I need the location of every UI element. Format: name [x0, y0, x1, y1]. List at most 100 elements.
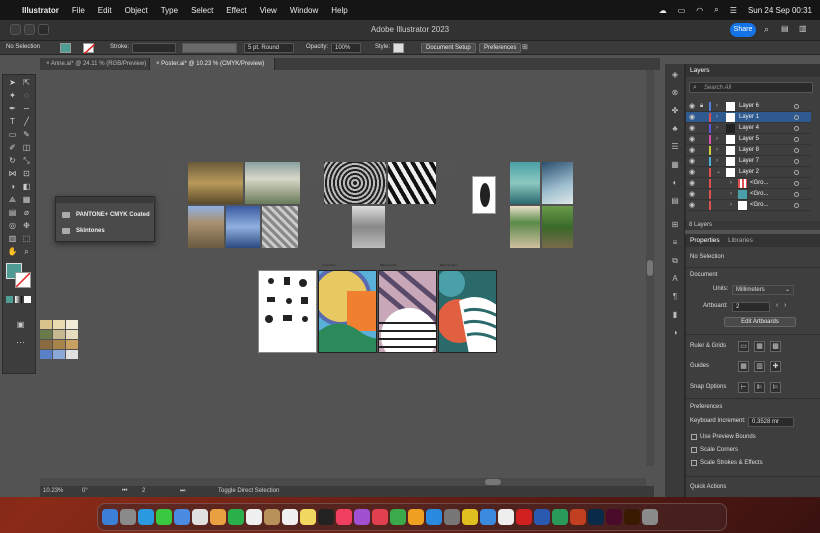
expand-chevron-icon[interactable]: ›	[716, 101, 718, 112]
layer-row[interactable]: ◉ › Layer 7	[686, 156, 811, 167]
snap-glyph-icon[interactable]: ⊨	[770, 382, 781, 393]
live-paint-icon[interactable]: ◧	[21, 182, 32, 191]
powerpoint-icon[interactable]	[570, 509, 586, 525]
facetime-icon[interactable]	[228, 509, 244, 525]
width-tool-icon[interactable]: ⋈	[7, 169, 18, 178]
swatch-library-pantone[interactable]: PANTONE+ CMYK Coated	[76, 212, 150, 218]
scrollbar-thumb[interactable]	[485, 479, 501, 485]
brushes-icon[interactable]: ✤	[669, 106, 681, 116]
edit-artboards-button[interactable]: Edit Artboards	[724, 317, 796, 327]
trash-icon[interactable]	[642, 509, 658, 525]
menu-object[interactable]: Object	[125, 6, 148, 15]
swatches-icon[interactable]: ▦	[669, 160, 681, 170]
target-icon[interactable]	[794, 104, 799, 109]
swatch-library-skintones[interactable]: Skintones	[76, 228, 105, 234]
rotate-tool-icon[interactable]: ↻	[7, 156, 18, 165]
lock-icon[interactable]: 🔒︎	[700, 101, 703, 112]
numbers-icon[interactable]	[390, 509, 406, 525]
layers-tab[interactable]: Layers	[690, 67, 710, 74]
palette-swatch[interactable]	[53, 320, 65, 329]
app-icon[interactable]	[462, 509, 478, 525]
tab-anne[interactable]: × Anne.ai* @ 24.11 % (RGB/Preview)	[40, 58, 150, 70]
creative-cloud-icon[interactable]: ☁	[659, 6, 667, 15]
artboard-previous-icon[interactable]: ‹	[776, 302, 778, 309]
visibility-eye-icon[interactable]: ◉	[689, 123, 695, 134]
wifi-icon[interactable]: ◠	[696, 6, 703, 15]
poster-cucumber[interactable]	[318, 270, 377, 353]
indesign-icon[interactable]	[606, 509, 622, 525]
safari-icon[interactable]	[138, 509, 154, 525]
symbol-sprayer-icon[interactable]: ❉	[21, 221, 32, 230]
preview-icon[interactable]	[480, 509, 496, 525]
search-icon[interactable]: ⌕	[714, 5, 718, 15]
artboard-image-building[interactable]	[188, 206, 224, 248]
layer-row[interactable]: ◉ › Layer 8	[686, 145, 811, 156]
menu-effect[interactable]: Effect	[226, 6, 246, 15]
expand-chevron-icon[interactable]: ›	[730, 189, 732, 200]
type-tool-icon[interactable]: T	[7, 117, 18, 126]
arrange-icon[interactable]: ▤	[781, 24, 789, 33]
links-icon[interactable]: ⊗	[669, 88, 681, 98]
artboard-image-trees[interactable]	[510, 206, 540, 248]
horizontal-scrollbar[interactable]	[40, 478, 646, 486]
artboard-image-waterfall[interactable]	[245, 162, 300, 204]
layer-row[interactable]: ◉ › Layer 4	[686, 123, 811, 134]
calendar-icon[interactable]	[246, 509, 262, 525]
scale-tool-icon[interactable]: ⤡	[21, 156, 32, 165]
expand-chevron-icon[interactable]: ›	[716, 134, 718, 145]
transparency-grid-icon[interactable]: ▩	[770, 341, 781, 352]
blend-tool-icon[interactable]: ◎	[7, 221, 18, 230]
none-mode-icon[interactable]	[24, 296, 31, 303]
visibility-eye-icon[interactable]: ◉	[689, 101, 695, 112]
word-icon[interactable]	[534, 509, 550, 525]
expand-chevron-icon[interactable]: ›	[716, 145, 718, 156]
document-setup-button[interactable]: Document Setup	[421, 43, 476, 53]
artboard-image-geometric[interactable]	[388, 162, 436, 204]
expand-chevron-icon[interactable]: ›	[730, 178, 732, 189]
pathfinder-icon[interactable]: ⧉	[669, 256, 681, 266]
units-dropdown[interactable]: Millimeters ⌄	[732, 285, 794, 295]
podcasts-icon[interactable]	[354, 509, 370, 525]
transparency-icon[interactable]: ◑	[669, 328, 681, 338]
whatsapp-icon[interactable]	[552, 509, 568, 525]
collapse-chevron-icon[interactable]: ⌄	[716, 167, 721, 178]
target-icon[interactable]	[794, 115, 799, 120]
color-icon[interactable]: ◐	[669, 178, 681, 188]
visibility-eye-icon[interactable]: ◉	[689, 112, 695, 123]
artboard-canvas[interactable]: Cucumber Blackcurrant Black Pepper	[40, 70, 654, 486]
artboard-image-architecture[interactable]	[352, 206, 385, 248]
contacts-icon[interactable]	[264, 509, 280, 525]
acrobat-icon[interactable]	[516, 509, 532, 525]
character-icon[interactable]: A	[669, 274, 681, 284]
poster-sketches[interactable]	[258, 270, 317, 353]
target-icon[interactable]	[794, 192, 799, 197]
app-store-icon[interactable]	[426, 509, 442, 525]
menu-type[interactable]: Type	[161, 6, 178, 15]
layer-row[interactable]: ◉ › Layer 1	[686, 112, 811, 123]
guides-lock-icon[interactable]: ▥	[754, 361, 765, 372]
tab-libraries[interactable]: Libraries	[728, 237, 753, 244]
gradient-mode-icon[interactable]	[15, 296, 22, 303]
transform-icon[interactable]: ⊞	[669, 220, 681, 230]
tab-properties[interactable]: Properties	[690, 237, 720, 244]
battery-icon[interactable]: ▭	[678, 6, 686, 15]
layers-search-input[interactable]: ⌕ Search All	[689, 82, 813, 93]
line-tool-icon[interactable]: ╱	[21, 117, 32, 126]
layer-row[interactable]: ◉ 🔒︎ › Layer 6	[686, 101, 811, 112]
symbols-icon[interactable]: ♣	[669, 124, 681, 134]
brush-definition[interactable]: 5 pt. Round	[244, 43, 294, 53]
expand-chevron-icon[interactable]: ›	[730, 200, 732, 211]
free-transform-icon[interactable]: ⊡	[21, 169, 32, 178]
eraser-tool-icon[interactable]: ◫	[21, 143, 32, 152]
pen-tool-icon[interactable]: ✒	[7, 104, 18, 113]
ruler-icon[interactable]: ▭	[738, 341, 749, 352]
layers-strip-icon[interactable]: ◈	[669, 70, 681, 80]
arrange-documents-icon[interactable]: ⊞	[522, 43, 528, 51]
launchpad-icon[interactable]	[120, 509, 136, 525]
target-icon[interactable]	[794, 148, 799, 153]
visibility-eye-icon[interactable]: ◉	[689, 156, 695, 167]
menu-app[interactable]: Illustrator	[22, 6, 59, 15]
palette-swatch[interactable]	[66, 350, 78, 359]
illustrator-icon[interactable]	[624, 509, 640, 525]
artboard-next-icon[interactable]: ›	[784, 302, 786, 309]
